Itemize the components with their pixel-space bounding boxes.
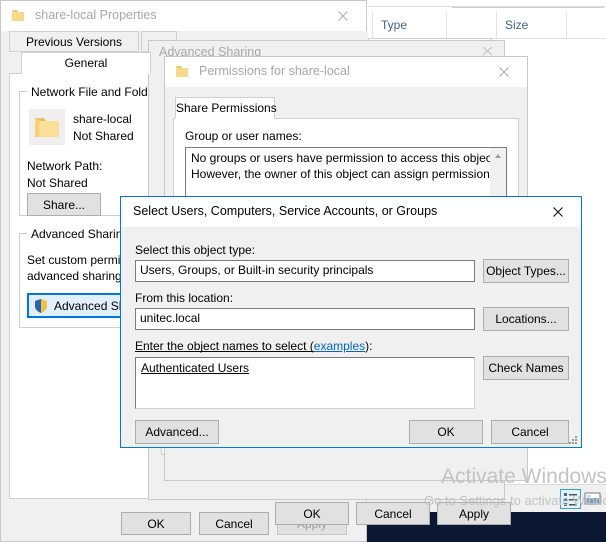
from-this-location-label: From this location: (135, 291, 234, 305)
tab-general[interactable]: General (21, 52, 151, 74)
close-icon (553, 206, 563, 217)
group-or-user-names-label: Group or user names: (185, 129, 302, 143)
explorer-address-bar[interactable] (368, 0, 606, 7)
advanced-sharing-apply-button[interactable]: Apply (437, 502, 511, 525)
explorer-column-header-size[interactable]: Size (496, 12, 566, 38)
share-status-label: Not Shared (73, 129, 134, 143)
tiles-view-button[interactable] (583, 489, 604, 509)
permissions-title: Permissions for share-local (199, 64, 350, 78)
advanced-sharing-cancel-button[interactable]: Cancel (356, 502, 430, 525)
scroll-up-icon[interactable] (494, 153, 502, 159)
object-names-value: Authenticated Users (141, 361, 250, 375)
properties-close-button[interactable] (320, 1, 366, 30)
advanced-button[interactable]: Advanced... (135, 420, 219, 444)
object-names-input[interactable]: Authenticated Users (135, 357, 475, 409)
object-names-label: Enter the object names to select (exampl… (135, 339, 372, 353)
object-types-button[interactable]: Object Types... (483, 259, 569, 283)
properties-title-bar: share-local Properties (1, 1, 366, 31)
properties-ok-button[interactable]: OK (121, 512, 191, 535)
select-users-body: Select this object type: Users, Groups, … (121, 227, 581, 447)
permissions-message-line1: No groups or users have permission to ac… (191, 151, 499, 165)
select-users-title: Select Users, Computers, Service Account… (133, 204, 438, 218)
advanced-sharing-group-title: Advanced Sharing (27, 227, 134, 241)
object-names-label-suffix: ): (365, 339, 373, 353)
column-divider (446, 12, 447, 38)
permissions-message-line2: However, the owner of this object can as… (191, 167, 500, 181)
tab-previous-versions[interactable]: Previous Versions (9, 31, 139, 52)
select-users-close-button[interactable] (535, 197, 581, 226)
details-view-button[interactable] (560, 489, 581, 509)
tab-share-permissions[interactable]: Share Permissions (175, 97, 277, 119)
object-names-label-prefix: Enter the object names to select ( (135, 339, 314, 353)
folder-icon (29, 109, 65, 145)
folder-icon (176, 66, 188, 77)
column-divider (566, 12, 567, 38)
permissions-title-bar: Permissions for share-local (165, 57, 527, 87)
permissions-close-button[interactable] (481, 57, 527, 86)
explorer-view-buttons (560, 489, 604, 509)
location-input[interactable]: unitec.local (135, 308, 475, 330)
explorer-column-header-type[interactable]: Type (372, 12, 446, 38)
resize-grip-icon[interactable] (567, 434, 578, 445)
shield-icon (35, 299, 47, 313)
select-users-title-bar: Select Users, Computers, Service Account… (121, 197, 581, 227)
share-name-label: share-local (73, 112, 132, 126)
check-names-button[interactable]: Check Names (483, 356, 569, 380)
details-view-icon (564, 493, 577, 506)
close-icon (499, 66, 509, 77)
locations-button[interactable]: Locations... (483, 307, 569, 331)
tiles-view-icon (584, 492, 601, 505)
network-path-value: Not Shared (27, 176, 88, 190)
network-path-label: Network Path: (27, 159, 103, 173)
select-users-cancel-button[interactable]: Cancel (491, 420, 569, 444)
close-icon (338, 10, 348, 21)
examples-link[interactable]: examples (314, 339, 365, 353)
properties-cancel-button[interactable]: Cancel (199, 512, 269, 535)
object-type-label: Select this object type: (135, 243, 256, 257)
object-type-input[interactable]: Users, Groups, or Built-in security prin… (135, 260, 475, 282)
select-users-ok-button[interactable]: OK (409, 420, 483, 444)
advanced-sharing-ok-button[interactable]: OK (275, 502, 349, 525)
share-button[interactable]: Share... (27, 193, 101, 216)
select-users-dialog: Select Users, Computers, Service Account… (120, 196, 582, 448)
properties-title: share-local Properties (35, 8, 157, 22)
folder-icon (12, 10, 24, 21)
